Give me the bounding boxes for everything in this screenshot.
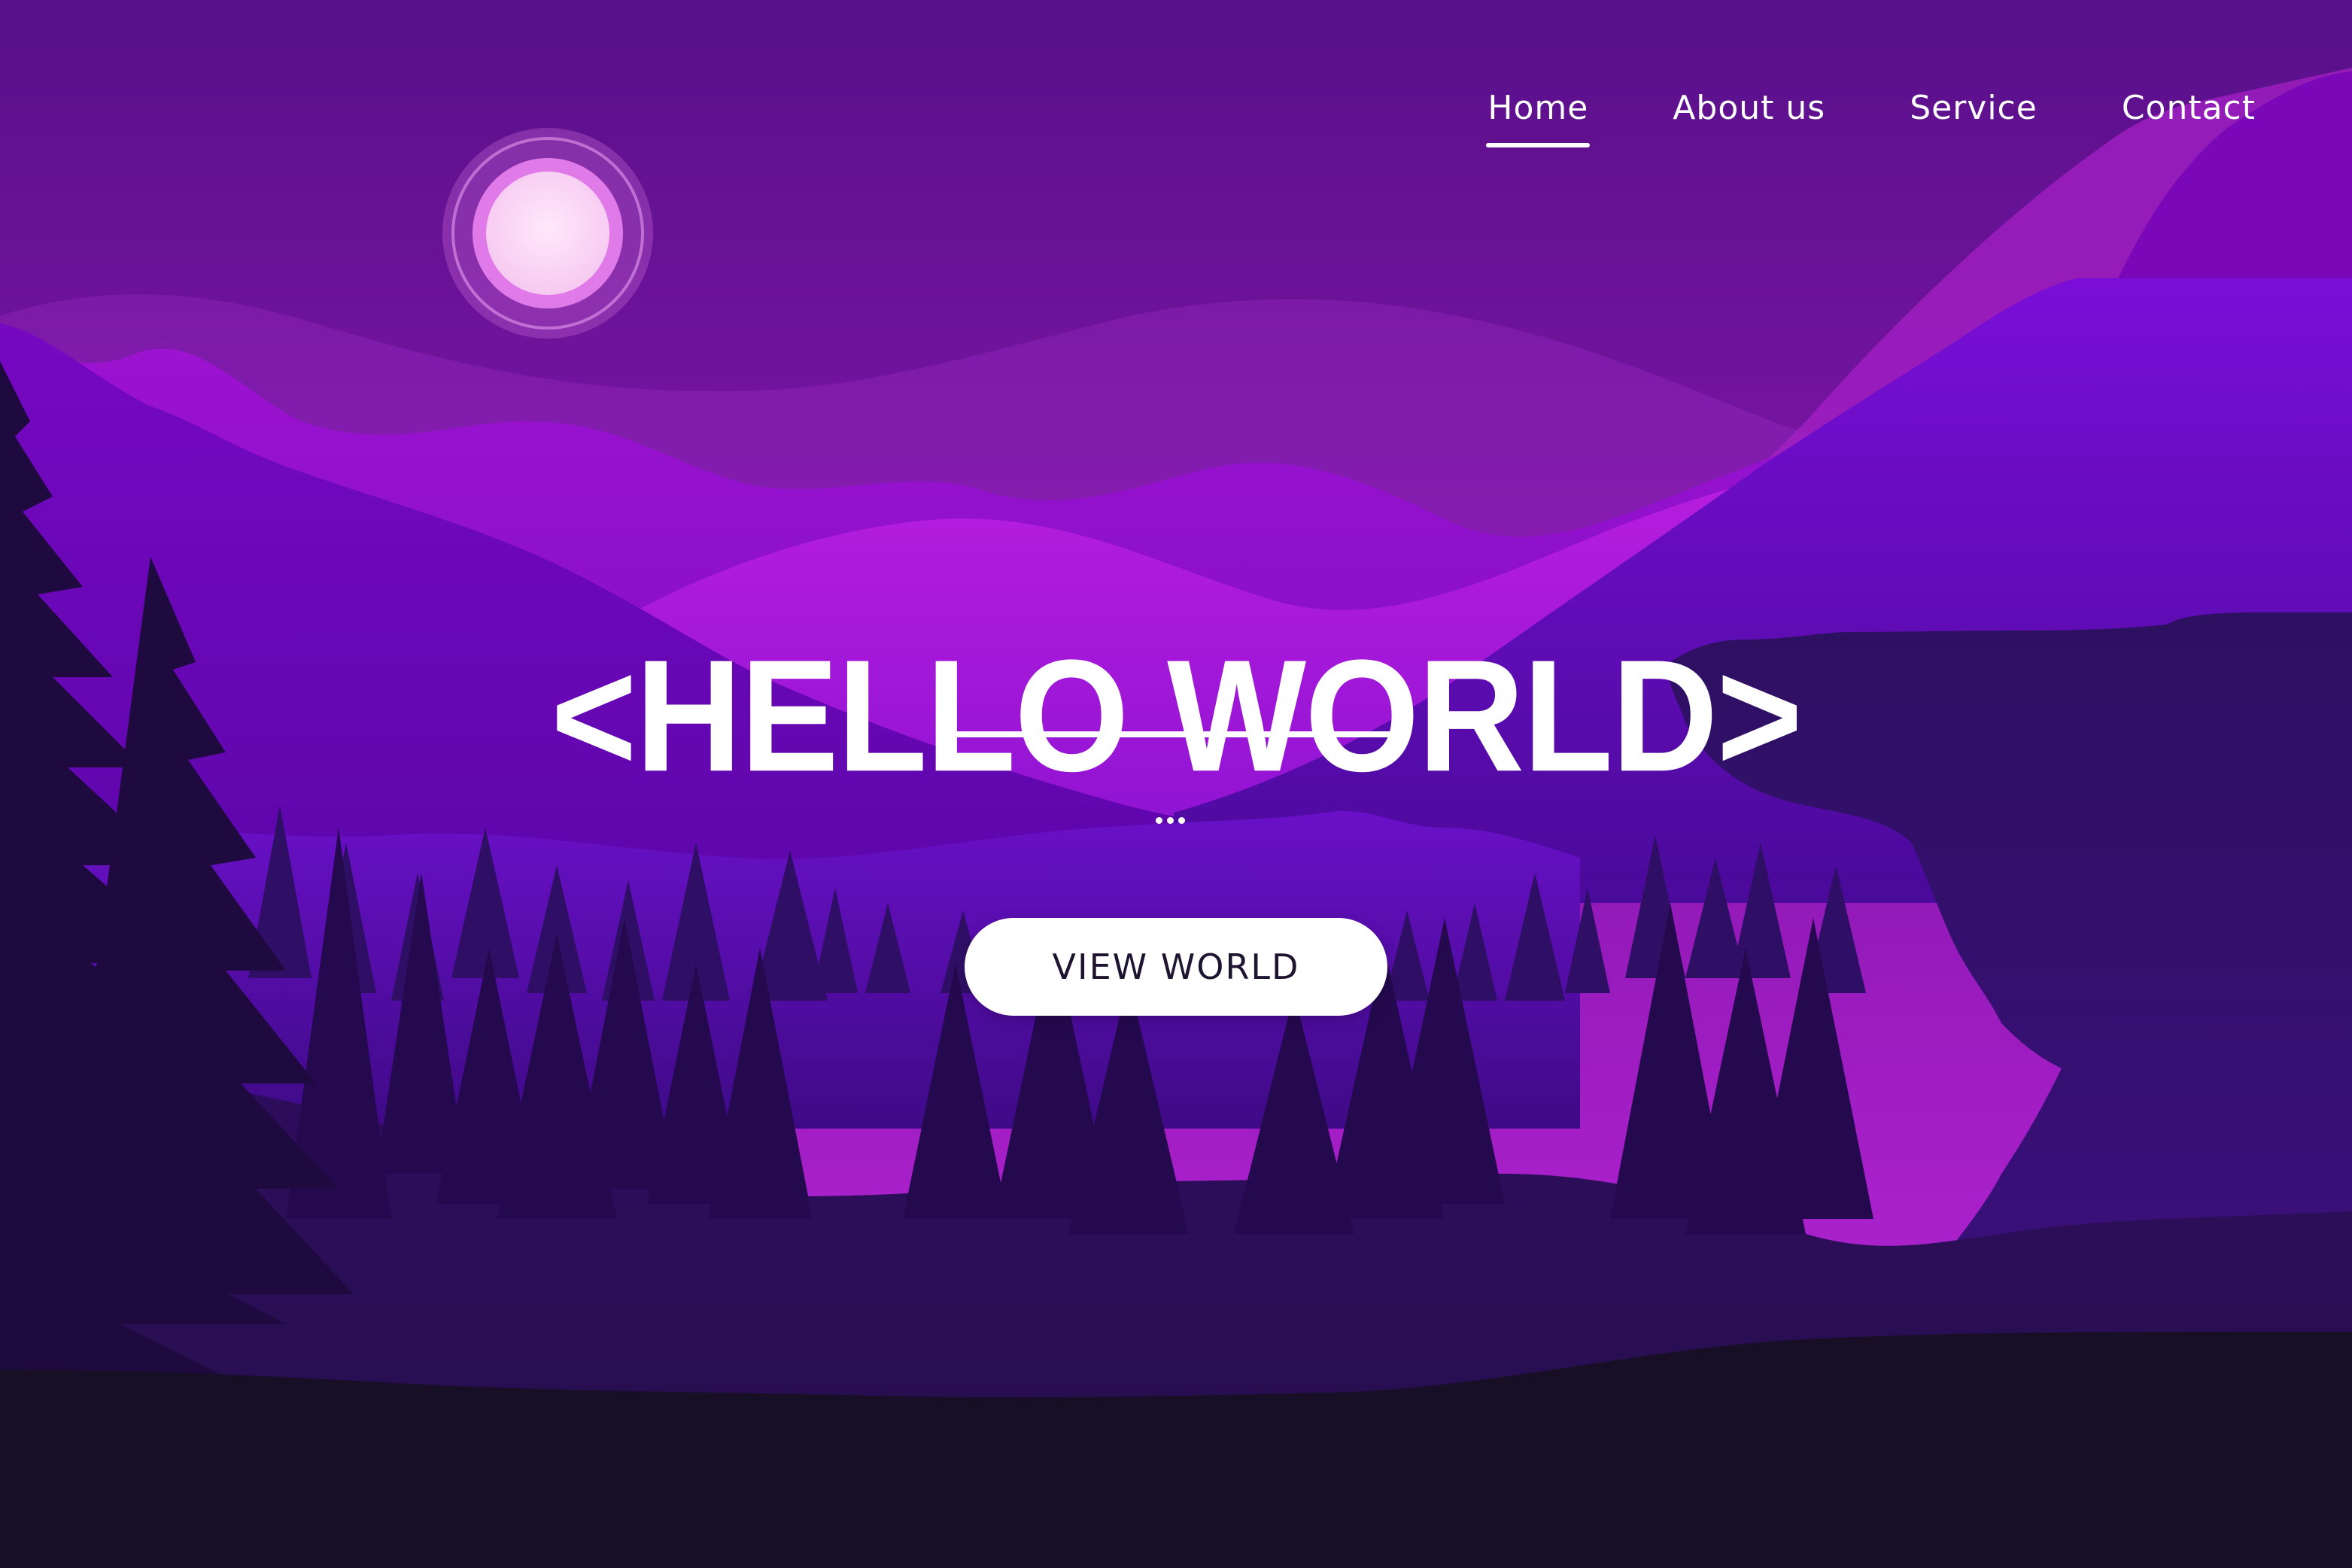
moon (442, 128, 653, 339)
nav-item-service-label: Service (1910, 89, 2037, 127)
nav-item-contact-label: Contact (2121, 89, 2256, 127)
hero-title: <HELLO WORLD> (551, 627, 1803, 805)
top-navigation: Home About us Service Contact (1486, 89, 2256, 147)
nav-item-about-us-label: About us (1673, 89, 1826, 127)
nav-item-home[interactable]: Home (1486, 89, 1591, 147)
view-world-button[interactable]: VIEW WORLD (965, 918, 1387, 1016)
decorative-dots (1156, 817, 1185, 824)
nav-item-about-us[interactable]: About us (1673, 89, 1825, 127)
dot (1167, 817, 1174, 824)
nav-item-contact[interactable]: Contact (2122, 89, 2256, 127)
dot (1178, 817, 1185, 824)
nav-item-home-label: Home (1487, 89, 1589, 127)
active-nav-underline (1486, 143, 1591, 147)
landing-page: Home About us Service Contact <HELLO WOR… (0, 0, 2352, 1568)
nav-item-service[interactable]: Service (1910, 89, 2037, 127)
dot (1156, 817, 1162, 824)
title-underline (950, 731, 1402, 737)
